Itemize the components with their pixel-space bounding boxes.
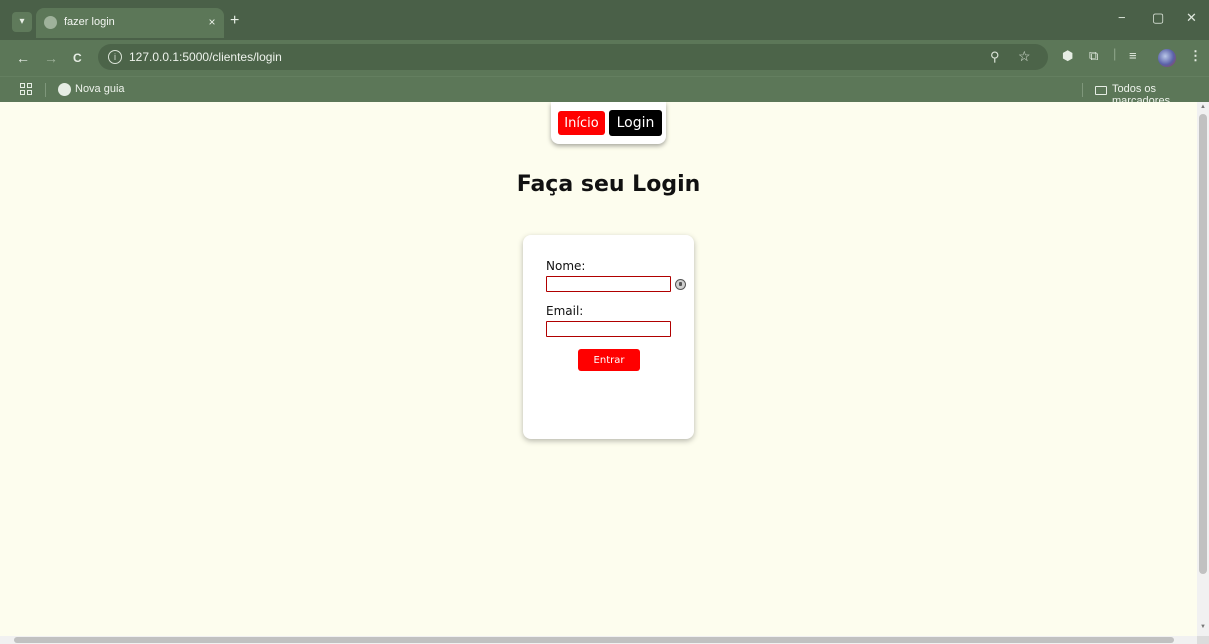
reading-list-icon[interactable]: ≡	[1129, 48, 1137, 63]
email-label: Email:	[546, 304, 584, 318]
profile-icon[interactable]	[1158, 49, 1176, 67]
scroll-up-icon[interactable]: ▲	[1199, 104, 1207, 110]
horizontal-scrollbar[interactable]	[0, 636, 1197, 644]
apps-icon[interactable]	[20, 83, 32, 95]
reload-button[interactable]: C	[73, 49, 82, 67]
nav-login-button[interactable]: Login	[609, 110, 662, 136]
url-text[interactable]: 127.0.0.1:5000/clientes/login	[129, 50, 282, 64]
bookmarks-divider	[45, 83, 46, 97]
extension-icon[interactable]: ⬢	[1062, 48, 1073, 64]
folder-icon	[1095, 86, 1107, 95]
restore-button[interactable]: ▢	[1152, 10, 1164, 26]
horizontal-scroll-thumb[interactable]	[14, 637, 1174, 643]
close-window-button[interactable]: ✕	[1186, 10, 1197, 26]
entrar-button[interactable]: Entrar	[578, 349, 640, 371]
favicon-icon	[44, 16, 57, 29]
tab-search-icon[interactable]: ▾	[12, 12, 32, 32]
bookmark-nova-guia[interactable]: Nova guia	[75, 83, 125, 95]
forward-button[interactable]: →	[44, 49, 58, 67]
nome-input[interactable]	[546, 276, 686, 292]
vertical-scroll-thumb[interactable]	[1199, 114, 1207, 574]
toolbar-divider: |	[1113, 46, 1117, 61]
page-title: Faça seu Login	[516, 172, 701, 197]
scroll-down-icon[interactable]: ▼	[1199, 624, 1207, 630]
nav-inicio-button[interactable]: Início	[558, 111, 605, 135]
password-manager-icon[interactable]	[675, 279, 686, 290]
vertical-scrollbar[interactable]: ▲ ▼	[1197, 102, 1209, 636]
tab-title: fazer login	[64, 16, 115, 28]
bookmarks-bar: Nova guia Todos os marcadores	[0, 76, 1209, 107]
tab-strip: ▾ fazer login × + − ▢ ✕	[0, 0, 1209, 40]
star-icon[interactable]: ☆	[1018, 48, 1031, 65]
nome-label: Nome:	[546, 259, 586, 273]
site-info-icon[interactable]: i	[108, 50, 122, 64]
back-button[interactable]: ←	[16, 49, 30, 67]
globe-icon	[58, 83, 71, 96]
zoom-icon[interactable]: ⚲	[990, 49, 1000, 65]
scrollbar-corner	[1197, 636, 1209, 644]
menu-icon[interactable]: ⋮	[1189, 48, 1202, 64]
puzzle-icon[interactable]: ⧉	[1089, 48, 1098, 64]
bookmarks-divider-right	[1082, 83, 1083, 97]
email-input[interactable]	[546, 321, 671, 337]
login-card: Nome: Email: Entrar	[523, 235, 694, 439]
top-nav: Início Login	[551, 102, 666, 144]
tab-close-icon[interactable]: ×	[204, 14, 220, 30]
address-bar[interactable]: i 127.0.0.1:5000/clientes/login ⚲ ☆	[98, 44, 1048, 70]
tab-active[interactable]: fazer login ×	[36, 8, 224, 38]
new-tab-button[interactable]: +	[230, 13, 239, 29]
minimize-button[interactable]: −	[1118, 10, 1126, 25]
page-viewport: Início Login Faça seu Login Nome: Email:…	[0, 102, 1197, 636]
